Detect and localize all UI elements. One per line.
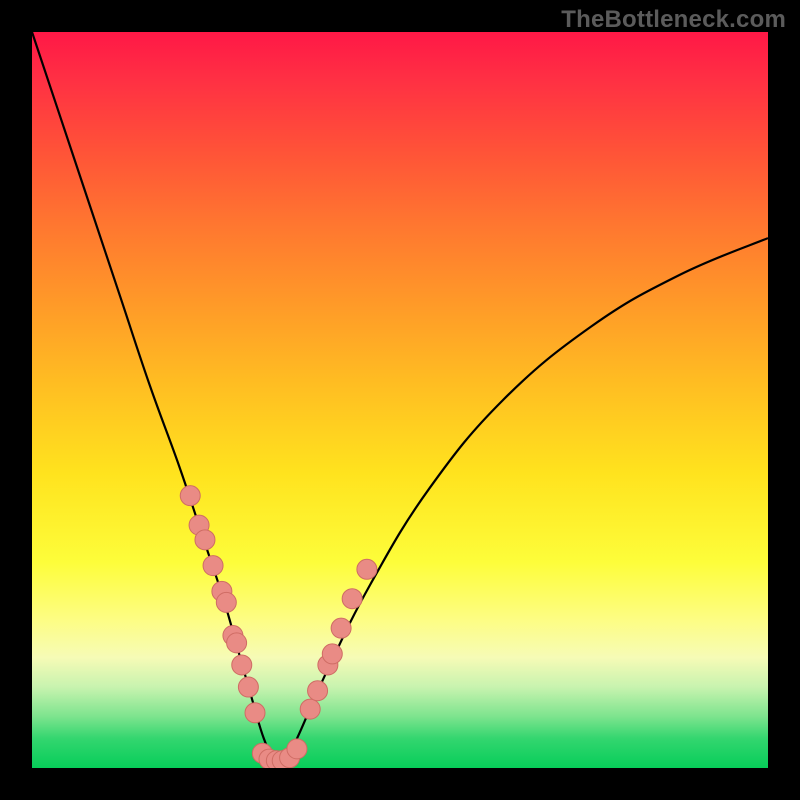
data-point xyxy=(342,589,362,609)
data-point xyxy=(180,486,200,506)
data-point xyxy=(322,644,342,664)
data-point xyxy=(238,677,258,697)
plot-area xyxy=(32,32,768,768)
data-point xyxy=(245,703,265,723)
data-point xyxy=(287,739,307,759)
bottleneck-curve xyxy=(32,32,768,764)
data-point xyxy=(300,699,320,719)
data-point xyxy=(232,655,252,675)
chart-svg xyxy=(32,32,768,768)
outer-frame: TheBottleneck.com xyxy=(0,0,800,800)
watermark-text: TheBottleneck.com xyxy=(561,6,786,34)
data-point xyxy=(203,556,223,576)
data-point xyxy=(216,592,236,612)
data-point xyxy=(195,530,215,550)
data-point xyxy=(227,633,247,653)
data-point xyxy=(357,559,377,579)
data-point xyxy=(308,681,328,701)
data-point xyxy=(331,618,351,638)
